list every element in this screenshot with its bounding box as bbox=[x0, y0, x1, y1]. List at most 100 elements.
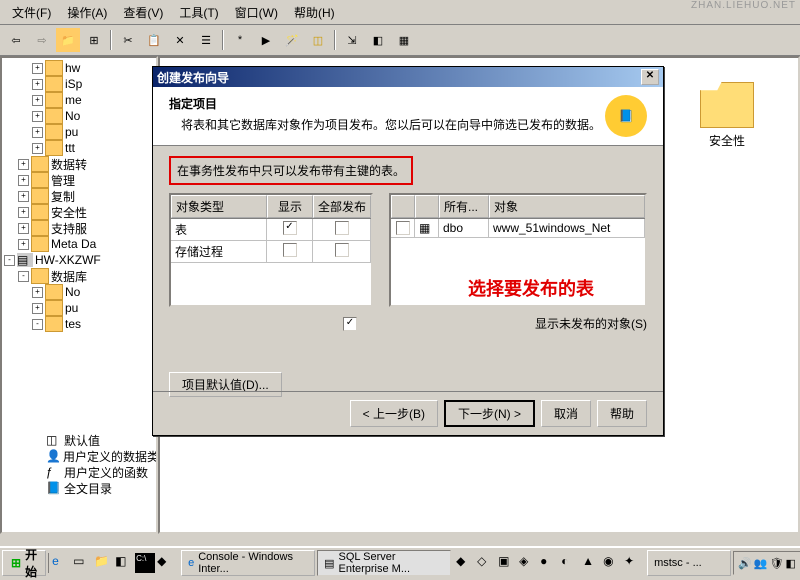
tree-node[interactable]: HW-XKZWF bbox=[35, 253, 101, 267]
tree-panel[interactable]: + hw + iSp + me + No + pu + ttt + 数据转 + 管理 + 复制 +… bbox=[0, 56, 158, 534]
collapse-icon[interactable]: - bbox=[18, 271, 29, 282]
expand-icon[interactable]: + bbox=[18, 207, 29, 218]
back-button[interactable]: < 上一步(B) bbox=[350, 400, 438, 427]
explorer-icon[interactable]: 📁 bbox=[93, 553, 113, 573]
menu-help[interactable]: 帮助(H) bbox=[286, 2, 343, 23]
help-button[interactable]: 帮助 bbox=[597, 400, 647, 427]
export-icon[interactable]: ⇲ bbox=[340, 28, 364, 52]
cut-icon[interactable]: ✂ bbox=[116, 28, 140, 52]
tree-node[interactable]: 数据库 bbox=[51, 268, 87, 285]
tree-node[interactable]: No bbox=[65, 285, 80, 299]
tree-node[interactable]: pu bbox=[65, 125, 78, 139]
checkbox[interactable] bbox=[396, 221, 410, 235]
ie-icon[interactable]: e bbox=[51, 553, 71, 573]
app-icon[interactable]: ◆ bbox=[156, 553, 176, 573]
expand-icon[interactable]: + bbox=[32, 63, 43, 74]
desktop-icon[interactable]: ▭ bbox=[72, 553, 92, 573]
tree-node[interactable]: No bbox=[65, 109, 80, 123]
menu-window[interactable]: 窗口(W) bbox=[227, 2, 286, 23]
grid-row[interactable]: 存储过程 bbox=[171, 241, 371, 263]
tray-icon[interactable]: ✦ bbox=[623, 553, 643, 573]
new-db-icon[interactable]: ◫ bbox=[306, 28, 330, 52]
close-button[interactable]: ✕ bbox=[641, 69, 659, 85]
tree-node[interactable]: ttt bbox=[65, 141, 75, 155]
refresh-icon[interactable]: * bbox=[228, 28, 252, 52]
tray-icon[interactable]: ▲ bbox=[581, 553, 601, 573]
expand-icon[interactable]: + bbox=[18, 223, 29, 234]
props-icon[interactable]: ☰ bbox=[194, 28, 218, 52]
show-tree-icon[interactable]: ⊞ bbox=[82, 28, 106, 52]
tray-icon[interactable]: ◧ bbox=[785, 557, 795, 570]
run-icon[interactable]: ▶ bbox=[254, 28, 278, 52]
menu-tools[interactable]: 工具(T) bbox=[171, 2, 226, 23]
security-folder[interactable]: 安全性 bbox=[700, 82, 754, 149]
back-icon[interactable]: ⇦ bbox=[4, 28, 28, 52]
checkbox[interactable] bbox=[335, 221, 349, 235]
tree-node[interactable]: 默认值 bbox=[64, 432, 100, 449]
col-header[interactable]: 所有... bbox=[439, 195, 489, 218]
expand-icon[interactable]: + bbox=[18, 175, 29, 186]
tree-node[interactable]: me bbox=[65, 93, 82, 107]
start-button[interactable]: ⊞ 开始 bbox=[2, 550, 46, 576]
checkbox-label[interactable]: 显示未发布的对象(S) bbox=[535, 315, 647, 332]
task-mstsc[interactable]: mstsc - ... bbox=[647, 550, 731, 576]
tree-node[interactable]: 用户定义的函数 bbox=[64, 464, 148, 481]
tree-node[interactable]: 数据转 bbox=[51, 156, 87, 173]
col-header[interactable]: 全部发布 bbox=[313, 195, 371, 218]
new-query-icon[interactable]: ◧ bbox=[366, 28, 390, 52]
tree-node[interactable]: 复制 bbox=[51, 188, 75, 205]
expand-icon[interactable]: + bbox=[32, 95, 43, 106]
objects-grid[interactable]: 所有... 对象 ▦ dbo www_51windows_Net 选择要发布的表 bbox=[389, 193, 647, 307]
tray-icon[interactable]: ◆ bbox=[455, 553, 475, 573]
expand-icon[interactable]: + bbox=[32, 303, 43, 314]
task-sqlserver[interactable]: ▤ SQL Server Enterprise M... bbox=[317, 550, 451, 576]
next-button[interactable]: 下一步(N) > bbox=[444, 400, 535, 427]
cancel-button[interactable]: 取消 bbox=[541, 400, 591, 427]
collapse-icon[interactable]: - bbox=[32, 319, 43, 330]
delete-icon[interactable]: ✕ bbox=[168, 28, 192, 52]
col-header[interactable]: 对象 bbox=[489, 195, 645, 218]
task-console[interactable]: e Console - Windows Inter... bbox=[181, 550, 315, 576]
col-header[interactable] bbox=[415, 195, 439, 218]
tray-icon[interactable]: ◉ bbox=[602, 553, 622, 573]
collapse-icon[interactable]: - bbox=[4, 255, 15, 266]
col-header[interactable]: 对象类型 bbox=[171, 195, 267, 218]
tree-node[interactable]: 安全性 bbox=[51, 204, 87, 221]
tree-node[interactable]: 用户定义的数据类型 bbox=[63, 448, 158, 465]
tree-node[interactable]: 支持服 bbox=[51, 220, 87, 237]
tree-node[interactable]: hw bbox=[65, 61, 80, 75]
dialog-titlebar[interactable]: 创建发布向导 ✕ bbox=[153, 67, 663, 87]
tray-icon[interactable]: 👥 bbox=[754, 557, 768, 570]
col-header[interactable]: 显示 bbox=[267, 195, 313, 218]
wizard-icon[interactable]: 🪄 bbox=[280, 28, 304, 52]
tray-icon[interactable]: ▣ bbox=[497, 553, 517, 573]
menu-view[interactable]: 查看(V) bbox=[115, 2, 171, 23]
expand-icon[interactable]: + bbox=[18, 159, 29, 170]
tray-icon[interactable]: 🔊 bbox=[738, 557, 752, 570]
tray-icon[interactable]: ◐ bbox=[560, 553, 580, 573]
grid-row[interactable]: 表 bbox=[171, 219, 371, 241]
tray-icon[interactable]: ◇ bbox=[476, 553, 496, 573]
grid-row[interactable]: ▦ dbo www_51windows_Net bbox=[391, 219, 645, 238]
expand-icon[interactable]: + bbox=[32, 79, 43, 90]
tree-node[interactable]: Meta Da bbox=[51, 237, 96, 251]
tree-node[interactable]: 管理 bbox=[51, 172, 75, 189]
expand-icon[interactable]: + bbox=[18, 191, 29, 202]
expand-icon[interactable]: + bbox=[32, 287, 43, 298]
tree-node[interactable]: 全文目录 bbox=[64, 480, 112, 497]
tree-node[interactable]: tes bbox=[65, 317, 81, 331]
object-types-grid[interactable]: 对象类型 显示 全部发布 表 存储过程 bbox=[169, 193, 373, 307]
cmd-icon[interactable]: C:\ bbox=[135, 553, 155, 573]
expand-icon[interactable]: + bbox=[32, 111, 43, 122]
tray-icon[interactable]: 🛡 bbox=[769, 557, 783, 570]
checkbox[interactable] bbox=[335, 243, 349, 257]
show-unpublished-checkbox[interactable] bbox=[343, 317, 357, 331]
expand-icon[interactable]: + bbox=[32, 127, 43, 138]
tray-icon[interactable]: ● bbox=[539, 553, 559, 573]
up-icon[interactable]: 📁 bbox=[56, 28, 80, 52]
tree-node[interactable]: iSp bbox=[65, 77, 82, 91]
menu-file[interactable]: 文件(F) bbox=[4, 2, 59, 23]
checkbox[interactable] bbox=[283, 221, 297, 235]
expand-icon[interactable]: + bbox=[32, 143, 43, 154]
checkbox[interactable] bbox=[283, 243, 297, 257]
